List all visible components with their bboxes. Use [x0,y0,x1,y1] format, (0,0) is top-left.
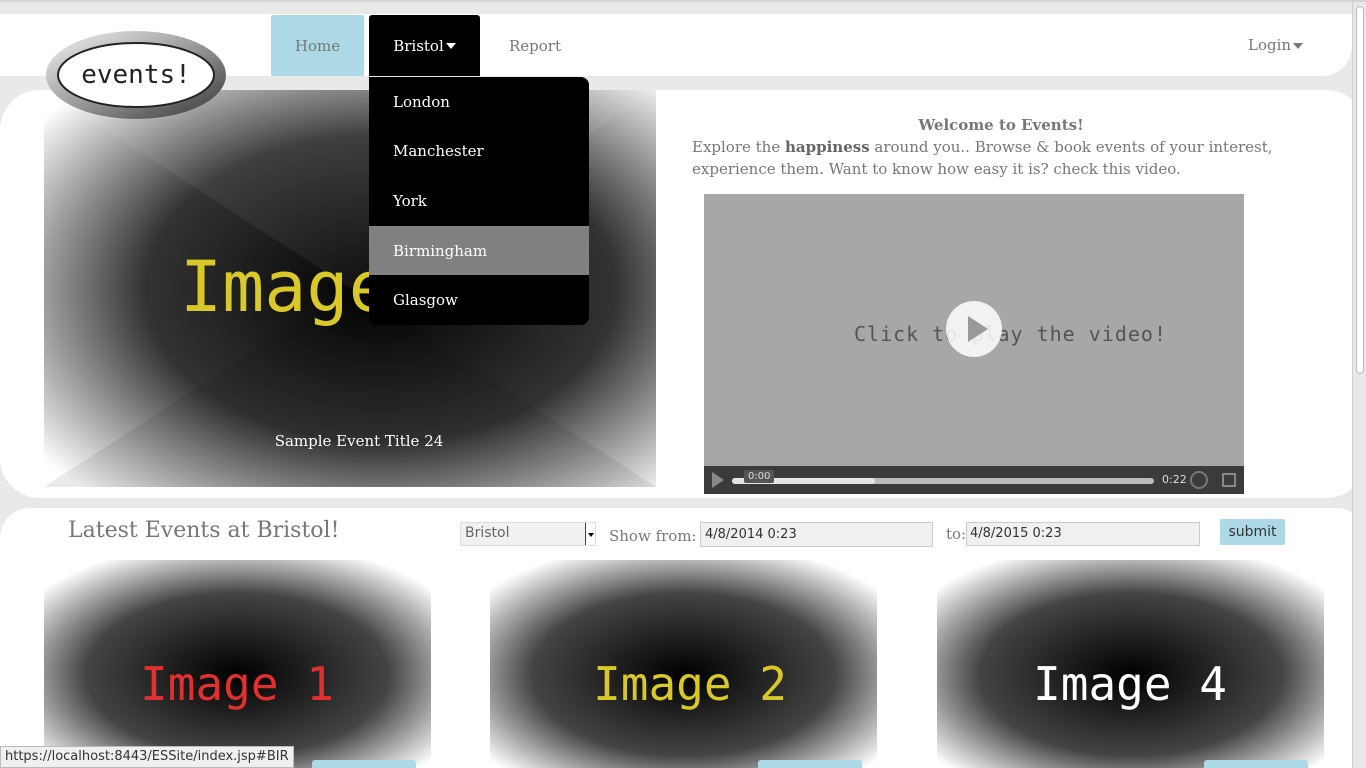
welcome-text-prefix: Explore the [692,138,785,156]
event-card-button[interactable] [758,760,862,768]
dropdown-item-york[interactable]: York [369,176,589,226]
login-menu[interactable]: Login [1248,36,1304,54]
dropdown-item-london[interactable]: London [369,77,589,127]
event-card-label: Image 4 [1033,657,1227,711]
mute-icon[interactable] [1190,471,1208,489]
nav-city-dropdown[interactable]: Bristol [369,15,480,76]
scrollbar-thumb[interactable] [1356,6,1364,374]
dropdown-item-birmingham[interactable]: Birmingham [369,225,589,276]
hero-caption: Sample Event Title 24 [274,432,444,450]
event-card[interactable]: Image 1 [44,560,431,768]
from-date-input[interactable]: 4/8/2014 0:23 [700,522,933,547]
select-arrow-icon [585,523,595,545]
event-card-button[interactable] [312,760,416,768]
video-current-time: 0:00 [744,470,775,483]
nav-report[interactable]: Report [480,15,590,76]
show-from-label: Show from: [609,527,697,545]
dropdown-item-glasgow[interactable]: Glasgow [369,275,589,325]
video-progress-track[interactable]: 0:00 [732,470,1154,484]
login-label: Login [1248,36,1292,54]
play-icon[interactable] [946,301,1002,357]
nav-home-label: Home [294,36,341,55]
city-select[interactable]: Bristol [460,522,596,546]
nav-city-label: Bristol [393,36,444,55]
welcome-title: Welcome to Events! [918,116,1084,134]
status-url-bar: https://localhost:8443/ESSite/index.jsp#… [0,746,294,768]
to-date-input[interactable]: 4/8/2015 0:23 [966,522,1200,546]
event-card-label: Image 1 [140,657,334,711]
submit-button[interactable]: submit [1220,519,1285,545]
video-duration: 0:22 [1162,473,1187,486]
play-small-icon[interactable] [712,472,724,488]
event-card-label: Image 2 [593,657,787,711]
video-controls: 0:00 0:22 [704,466,1244,494]
dropdown-item-label: Manchester [393,142,484,161]
nav-report-label: Report [508,36,561,55]
to-label: to: [946,525,967,543]
dropdown-item-label: London [393,92,450,111]
events-logo[interactable]: events! [44,30,228,124]
page-scrollbar[interactable] [1352,2,1366,768]
dropdown-item-manchester[interactable]: Manchester [369,127,589,177]
event-card[interactable]: Image 4 [937,560,1324,768]
fullscreen-icon[interactable] [1222,473,1236,487]
welcome-text: Explore the happiness around you.. Brows… [692,136,1292,180]
city-select-value: Bristol [465,525,510,541]
city-dropdown-menu: London Manchester York Birmingham Glasgo… [369,77,589,325]
top-border [0,0,1366,2]
main-nav: Home Bristol Report [271,15,590,77]
dropdown-item-label: Birmingham [393,241,488,260]
svg-text:events!: events! [81,60,191,90]
events-title: Latest Events at Bristol! [68,518,340,543]
welcome-text-bold: happiness [785,138,870,156]
dropdown-item-label: York [393,191,427,210]
svg-text:Image: Image [180,246,391,328]
event-card[interactable]: Image 2 [490,560,877,768]
chevron-down-icon [1293,43,1304,49]
event-card-button[interactable] [1204,760,1308,768]
video-overlay-text: Click to play the video! [854,322,1167,346]
chevron-down-icon [445,42,456,49]
welcome-panel: Welcome to Events! Explore the happiness… [692,114,1292,180]
video-player[interactable]: Click to play the video! 0:00 0:22 [704,194,1244,494]
dropdown-item-label: Glasgow [393,291,458,310]
nav-home[interactable]: Home [271,15,364,76]
